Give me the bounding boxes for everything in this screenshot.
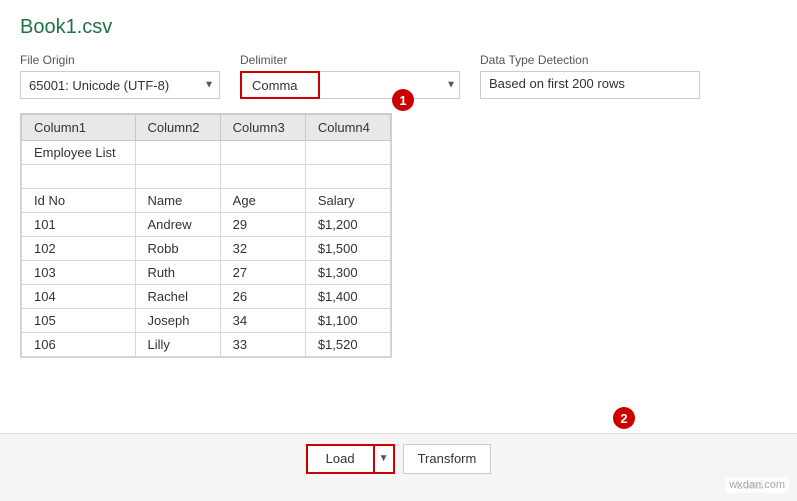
delimiter-input-wrapper: Comma ▼ <box>240 71 460 99</box>
delimiter-select-wrapper[interactable]: ▼ <box>320 71 460 99</box>
main-container: Book1.csv File Origin 65001: Unicode (UT… <box>0 0 797 501</box>
data-type-label: Data Type Detection <box>480 53 700 67</box>
table-cell: Salary <box>305 189 390 213</box>
table-cell <box>305 165 390 189</box>
file-title: Book1.csv <box>20 16 777 39</box>
data-type-group: Data Type Detection Based on first 200 r… <box>480 53 700 99</box>
table-cell: 103 <box>22 261 136 285</box>
badge-1: 1 <box>392 89 414 111</box>
table-cell: Id No <box>22 189 136 213</box>
col2-header: Column2 <box>135 115 220 141</box>
transform-button[interactable]: Transform <box>403 444 492 474</box>
table-cell: Robb <box>135 237 220 261</box>
table-cell: 32 <box>220 237 305 261</box>
load-dropdown-arrow[interactable]: ▼ <box>375 444 395 474</box>
table-cell: 102 <box>22 237 136 261</box>
table-row: 104Rachel26$1,400 <box>22 285 391 309</box>
table-cell: Joseph <box>135 309 220 333</box>
col4-header: Column4 <box>305 115 390 141</box>
table-cell: $1,520 <box>305 333 390 357</box>
table-cell: Andrew <box>135 213 220 237</box>
watermark: wxdan.com <box>725 477 789 493</box>
table-cell: Rachel <box>135 285 220 309</box>
preview-table-wrapper: Column1 Column2 Column3 Column4 Employee… <box>20 113 392 358</box>
table-cell: 105 <box>22 309 136 333</box>
table-cell: $1,500 <box>305 237 390 261</box>
table-row: 105Joseph34$1,100 <box>22 309 391 333</box>
table-cell: 34 <box>220 309 305 333</box>
table-cell: $1,200 <box>305 213 390 237</box>
table-row: 106Lilly33$1,520 <box>22 333 391 357</box>
file-origin-select[interactable]: 65001: Unicode (UTF-8) <box>20 71 220 99</box>
file-origin-group: File Origin 65001: Unicode (UTF-8) ▼ <box>20 53 220 99</box>
table-row <box>22 165 391 189</box>
table-cell: Name <box>135 189 220 213</box>
preview-table: Column1 Column2 Column3 Column4 Employee… <box>21 114 391 357</box>
table-cell: Lilly <box>135 333 220 357</box>
table-cell: 104 <box>22 285 136 309</box>
table-cell: 106 <box>22 333 136 357</box>
table-row: 102Robb32$1,500 <box>22 237 391 261</box>
table-cell: $1,300 <box>305 261 390 285</box>
table-cell: $1,400 <box>305 285 390 309</box>
table-row: 103Ruth27$1,300 <box>22 261 391 285</box>
table-cell: 33 <box>220 333 305 357</box>
col3-header: Column3 <box>220 115 305 141</box>
table-cell <box>220 165 305 189</box>
table-cell <box>305 141 390 165</box>
bottom-buttons: Load ▼ Transform <box>306 444 492 474</box>
table-cell <box>22 165 136 189</box>
badge-2: 2 <box>613 407 635 429</box>
delimiter-label: Delimiter <box>240 53 460 67</box>
delimiter-select[interactable] <box>320 71 460 99</box>
table-header-row: Column1 Column2 Column3 Column4 <box>22 115 391 141</box>
table-cell: 29 <box>220 213 305 237</box>
table-cell: Employee List <box>22 141 136 165</box>
table-cell: Ruth <box>135 261 220 285</box>
data-type-input: Based on first 200 rows <box>480 71 700 99</box>
table-cell <box>135 165 220 189</box>
table-row: Id NoNameAgeSalary <box>22 189 391 213</box>
table-cell: Age <box>220 189 305 213</box>
bottom-bar: Load ▼ Transform Load <box>0 433 797 501</box>
file-origin-select-wrapper[interactable]: 65001: Unicode (UTF-8) ▼ <box>20 71 220 99</box>
table-row: 101Andrew29$1,200 <box>22 213 391 237</box>
load-button[interactable]: Load <box>306 444 375 474</box>
table-cell: $1,100 <box>305 309 390 333</box>
table-cell <box>220 141 305 165</box>
delimiter-text-box[interactable]: Comma <box>240 71 320 99</box>
table-row: Employee List <box>22 141 391 165</box>
table-cell <box>135 141 220 165</box>
delimiter-group: Delimiter Comma ▼ <box>240 53 460 99</box>
table-cell: 26 <box>220 285 305 309</box>
file-origin-label: File Origin <box>20 53 220 67</box>
table-cell: 27 <box>220 261 305 285</box>
load-btn-group: Load ▼ <box>306 444 395 474</box>
table-cell: 101 <box>22 213 136 237</box>
col1-header: Column1 <box>22 115 136 141</box>
